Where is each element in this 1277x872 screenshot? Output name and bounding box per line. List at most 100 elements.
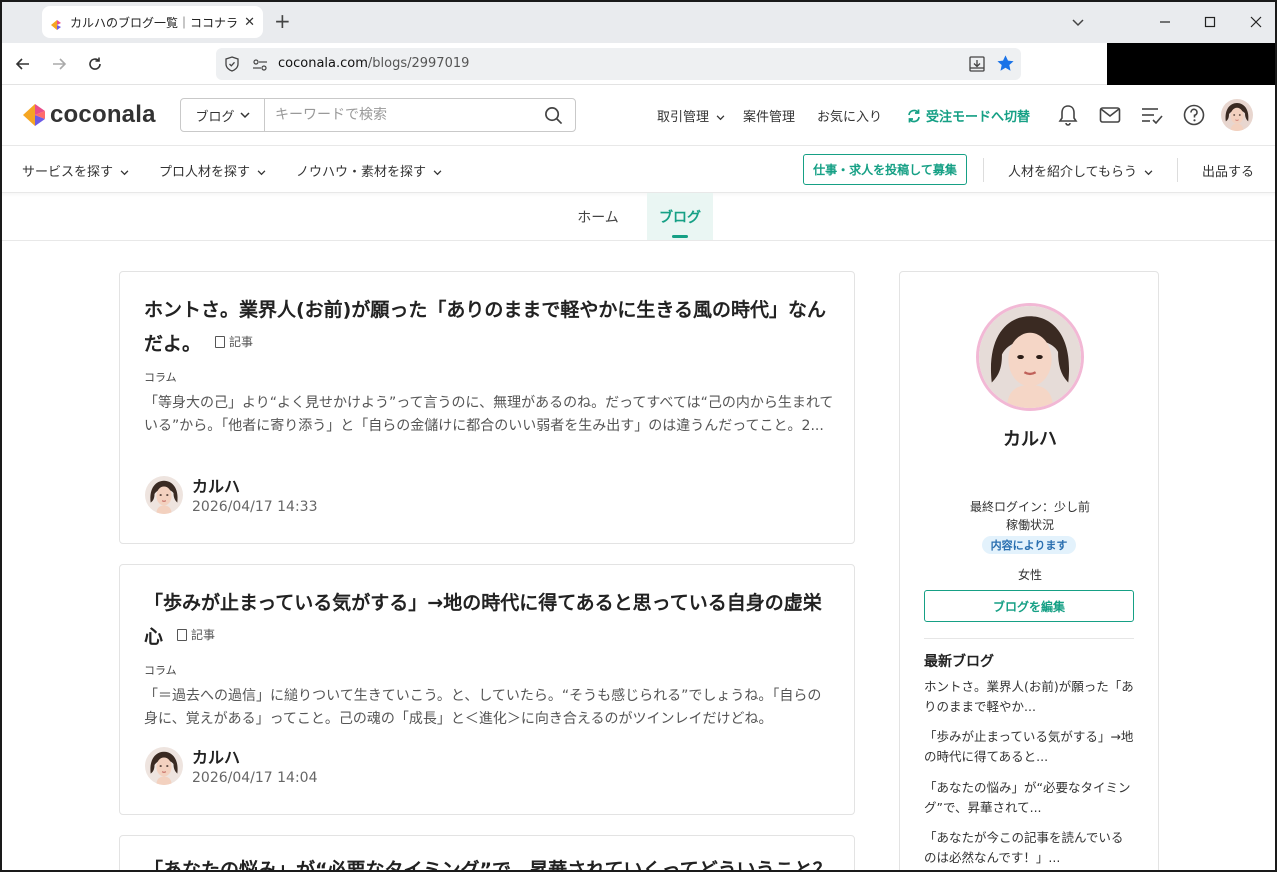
last-login: 最終ログイン：少し前 bbox=[969, 500, 1090, 514]
mail-icon[interactable] bbox=[1097, 102, 1123, 128]
chevron-down-icon bbox=[257, 170, 266, 176]
recent-blog-link[interactable]: 「あなたが今この記事を読んでいるのは必然なんです！」... bbox=[924, 828, 1134, 868]
nav-sell[interactable]: 出品する bbox=[1202, 161, 1254, 180]
task-list-icon[interactable] bbox=[1139, 102, 1165, 128]
site-header: coconala ブログ 取引管理 案件管理 お気に入り 受注モードへ切替 bbox=[0, 86, 1277, 146]
url-path: /blogs/2997019 bbox=[367, 56, 470, 71]
nav-find-services[interactable]: サービスを探す bbox=[22, 161, 129, 180]
search-category-label: ブログ bbox=[195, 109, 235, 125]
post-title[interactable]: 「あなたの悩み」が“必要なタイミング”で、昇華されていくってどういうこと？ bbox=[144, 854, 834, 872]
search-button[interactable] bbox=[531, 99, 575, 131]
nav-find-pros-label: プロ人材を探す bbox=[159, 165, 251, 180]
chevron-down-icon bbox=[239, 111, 250, 118]
nav-transactions[interactable]: 取引管理 bbox=[657, 106, 725, 125]
nav-transactions-label: 取引管理 bbox=[657, 110, 710, 125]
user-avatar[interactable] bbox=[1221, 99, 1253, 131]
profile-gender: 女性 bbox=[1017, 568, 1042, 582]
search-category-select[interactable]: ブログ bbox=[181, 99, 265, 131]
post-title[interactable]: ホントさ。業界人(お前)が願った「ありのままで軽やかに生きる風の時代」なんだよ。… bbox=[144, 294, 834, 360]
chevron-down-icon bbox=[1144, 170, 1153, 176]
category-nav: サービスを探す プロ人材を探す ノウハウ・素材を探す 仕事・求人を投稿して募集 … bbox=[0, 146, 1277, 193]
author-avatar[interactable] bbox=[145, 747, 183, 785]
post-category: コラム bbox=[144, 664, 177, 677]
back-icon[interactable] bbox=[11, 52, 35, 76]
switch-mode-label: 受注モードへ切替 bbox=[926, 110, 1031, 125]
url-text: coconala.com/blogs/2997019 bbox=[278, 56, 469, 71]
article-badge-label: 記事 bbox=[191, 628, 216, 642]
coconala-logo[interactable]: coconala bbox=[22, 101, 156, 129]
search-icon bbox=[544, 106, 562, 124]
recent-blog-link[interactable]: 「歩みが止まっている気がする」→地の時代に得てあると... bbox=[924, 727, 1134, 767]
article-icon bbox=[177, 629, 188, 641]
nav-referral[interactable]: 人材を紹介してもらう bbox=[1008, 161, 1153, 180]
url-host: coconala.com bbox=[278, 56, 368, 71]
coconala-favicon-icon bbox=[50, 16, 62, 30]
nav-find-pros[interactable]: プロ人材を探す bbox=[159, 161, 266, 180]
new-tab-icon[interactable]: + bbox=[274, 10, 291, 32]
nav-projects[interactable]: 案件管理 bbox=[743, 106, 795, 125]
forward-icon[interactable] bbox=[47, 52, 71, 76]
author-avatar[interactable] bbox=[145, 476, 183, 514]
nav-knowhow[interactable]: ノウハウ・素材を探す bbox=[296, 161, 442, 180]
notification-bell-icon[interactable] bbox=[1055, 102, 1081, 128]
shield-icon[interactable] bbox=[224, 56, 240, 76]
minimize-icon[interactable] bbox=[1152, 9, 1178, 35]
blog-post-card[interactable]: 「歩みが止まっている気がする」→地の時代に得てあると思っている自身の虚栄心 記事 … bbox=[119, 564, 855, 815]
blog-post-card[interactable]: ホントさ。業界人(お前)が願った「ありのままで軽やかに生きる風の時代」なんだよ。… bbox=[119, 271, 855, 544]
tab-home[interactable]: ホーム bbox=[562, 193, 634, 240]
divider bbox=[1177, 158, 1178, 182]
logo-mark-icon bbox=[22, 103, 46, 127]
post-date: 2026/04/17 14:33 bbox=[192, 499, 318, 515]
post-title-text: 「歩みが止まっている気がする」→地の時代に得てあると思っている自身の虚栄心 bbox=[144, 592, 822, 648]
article-badge: 記事 bbox=[215, 326, 253, 358]
search-box: ブログ bbox=[180, 98, 576, 132]
profile-sidebar: カルハ 最終ログイン：少し前 稼働状況 内容によります 女性 ブログを編集 最新… bbox=[899, 271, 1159, 872]
reload-icon[interactable] bbox=[83, 52, 107, 76]
article-icon bbox=[215, 336, 226, 348]
browser-toolbar: coconala.com/blogs/2997019 bbox=[0, 43, 1277, 85]
blog-post-card[interactable]: 「あなたの悩み」が“必要なタイミング”で、昇華されていくってどういうこと？ bbox=[119, 835, 855, 872]
article-badge-label: 記事 bbox=[229, 335, 254, 349]
author-name[interactable]: カルハ bbox=[192, 744, 240, 768]
chevron-down-icon bbox=[433, 170, 442, 176]
article-badge: 記事 bbox=[177, 619, 215, 651]
post-excerpt: 「等身大の己」より“よく見せかけよう”って言うのに、無理があるのね。だってすべて… bbox=[144, 395, 834, 434]
tab-blog-label: ブログ bbox=[659, 209, 701, 226]
nav-find-services-label: サービスを探す bbox=[22, 165, 114, 180]
edit-blog-button[interactable]: ブログを編集 bbox=[924, 590, 1134, 622]
page-tabs: ホーム ブログ bbox=[0, 193, 1277, 241]
bookmark-star-icon[interactable] bbox=[996, 54, 1015, 77]
tab-close-icon[interactable]: ✕ bbox=[244, 15, 255, 30]
window-close-icon[interactable] bbox=[1243, 9, 1269, 35]
help-icon[interactable] bbox=[1181, 102, 1207, 128]
author-name[interactable]: カルハ bbox=[192, 473, 240, 497]
site-permissions-icon[interactable] bbox=[252, 57, 268, 76]
status-label: 稼働状況 bbox=[1005, 518, 1054, 532]
switch-arrows-icon bbox=[908, 109, 920, 123]
status-badge: 内容によります bbox=[982, 536, 1076, 554]
active-tab-indicator bbox=[672, 235, 688, 238]
nav-knowhow-label: ノウハウ・素材を探す bbox=[296, 165, 427, 180]
recent-blog-link[interactable]: ホントさ。業界人(お前)が願った「ありのままで軽やか... bbox=[924, 677, 1134, 717]
post-title[interactable]: 「歩みが止まっている気がする」→地の時代に得てあると思っている自身の虚栄心 記事 bbox=[144, 587, 834, 653]
search-input[interactable] bbox=[265, 99, 531, 131]
browser-tab[interactable]: カルハのブログ一覧｜ココナラブログ ✕ bbox=[42, 6, 263, 38]
tab-blog[interactable]: ブログ bbox=[647, 193, 713, 240]
nav-favorites[interactable]: お気に入り bbox=[817, 106, 882, 125]
switch-mode-link[interactable]: 受注モードへ切替 bbox=[906, 106, 1030, 125]
recent-blogs-heading: 最新ブログ bbox=[924, 654, 994, 670]
post-category: コラム bbox=[144, 371, 177, 384]
address-bar[interactable]: coconala.com/blogs/2997019 bbox=[216, 48, 1021, 80]
profile-name: カルハ bbox=[1003, 429, 1057, 450]
tab-title: カルハのブログ一覧｜ココナラブログ bbox=[70, 15, 239, 30]
occluded-region bbox=[1107, 43, 1277, 85]
maximize-icon[interactable] bbox=[1197, 9, 1223, 35]
install-app-icon[interactable] bbox=[968, 55, 986, 77]
post-job-button[interactable]: 仕事・求人を投稿して募集 bbox=[803, 154, 967, 185]
profile-avatar[interactable] bbox=[976, 303, 1084, 411]
nav-referral-label: 人材を紹介してもらう bbox=[1008, 165, 1137, 180]
divider bbox=[983, 158, 984, 182]
post-excerpt: 「＝過去への過信」に縋りついて生きていこう。と、していたら。“そうも感じられる”… bbox=[144, 688, 822, 727]
tab-list-chevron-icon[interactable] bbox=[1071, 12, 1085, 31]
recent-blog-link[interactable]: 「あなたの悩み」が“必要なタイミング”で、昇華されて... bbox=[924, 778, 1134, 818]
